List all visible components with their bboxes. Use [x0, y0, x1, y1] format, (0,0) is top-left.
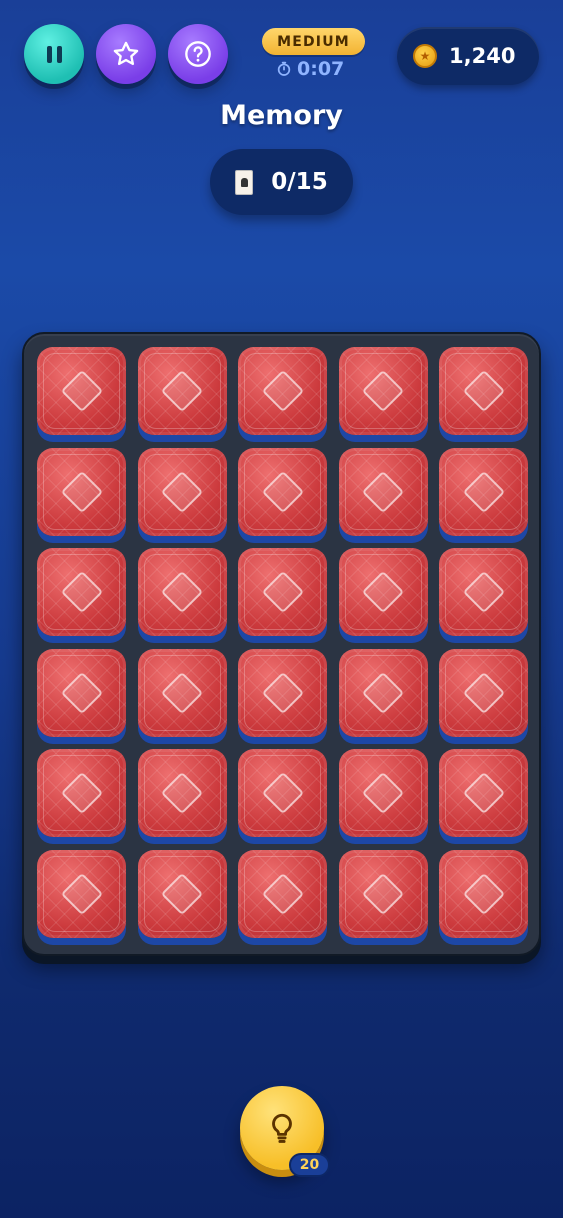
memory-card[interactable]	[338, 548, 428, 636]
memory-card[interactable]	[137, 548, 227, 636]
memory-card[interactable]	[37, 548, 126, 636]
memory-card[interactable]	[439, 447, 528, 536]
hint-count-badge: 20	[289, 1153, 330, 1177]
card-back-emblem-icon	[361, 570, 405, 614]
memory-card[interactable]	[439, 548, 528, 636]
card-back-emblem-icon	[261, 872, 304, 915]
card-back-emblem-icon	[261, 570, 304, 614]
card-back-emblem-icon	[361, 470, 405, 513]
memory-card[interactable]	[439, 347, 528, 435]
card-back-emblem-icon	[60, 771, 103, 815]
memory-card[interactable]	[238, 548, 327, 636]
memory-card[interactable]	[37, 447, 126, 536]
difficulty-badge: MEDIUM	[262, 28, 365, 55]
card-back-emblem-icon	[60, 570, 103, 614]
lightbulb-icon	[272, 1113, 292, 1143]
match-progress-value: 0/15	[271, 169, 328, 195]
card-back-emblem-icon	[261, 671, 304, 714]
card-back-emblem-icon	[60, 671, 103, 714]
card-back-emblem-icon	[160, 570, 204, 614]
pause-button[interactable]	[24, 24, 84, 84]
memory-card[interactable]	[338, 347, 428, 435]
page-title: Memory	[220, 100, 343, 131]
memory-card[interactable]	[338, 648, 428, 737]
coin-icon: ★	[413, 44, 437, 68]
memory-card[interactable]	[439, 648, 528, 737]
memory-card[interactable]	[439, 849, 528, 938]
memory-card[interactable]	[338, 749, 428, 837]
card-back-emblem-icon	[462, 671, 505, 714]
coin-balance: ★ 1,240	[397, 27, 539, 85]
memory-card[interactable]	[137, 347, 227, 435]
timer-value: 0:07	[297, 58, 345, 80]
card-back-emblem-icon	[361, 872, 405, 915]
star-icon	[113, 41, 139, 66]
memory-card[interactable]	[137, 749, 227, 837]
card-back-emblem-icon	[462, 369, 505, 413]
card-back-emblem-icon	[462, 872, 505, 915]
card-back-emblem-icon	[361, 671, 405, 714]
help-icon	[185, 41, 211, 67]
memory-card[interactable]	[137, 648, 227, 737]
memory-card[interactable]	[137, 849, 227, 938]
card-back-emblem-icon	[160, 872, 204, 915]
favorites-button[interactable]	[96, 24, 156, 84]
card-back-emblem-icon	[160, 771, 204, 815]
card-back-emblem-icon	[261, 470, 304, 513]
memory-card[interactable]	[37, 347, 126, 435]
memory-card[interactable]	[137, 447, 227, 536]
memory-card[interactable]	[37, 749, 126, 837]
card-back-emblem-icon	[462, 771, 505, 815]
stopwatch-icon	[277, 61, 291, 76]
memory-card[interactable]	[238, 347, 327, 435]
help-button[interactable]	[168, 24, 228, 84]
card-icon	[235, 169, 254, 195]
card-back-emblem-icon	[60, 872, 103, 915]
timer: 0:07	[276, 58, 356, 80]
memory-card[interactable]	[338, 447, 428, 536]
coin-balance-value: 1,240	[449, 44, 516, 68]
card-back-emblem-icon	[261, 771, 304, 815]
memory-card[interactable]	[238, 447, 327, 536]
card-back-emblem-icon	[462, 470, 505, 513]
card-back-emblem-icon	[462, 570, 505, 614]
memory-card[interactable]	[37, 849, 126, 938]
memory-card[interactable]	[238, 749, 327, 837]
pause-icon	[46, 45, 62, 63]
card-back-emblem-icon	[261, 369, 304, 413]
card-back-emblem-icon	[361, 369, 405, 413]
memory-card[interactable]	[338, 849, 428, 938]
card-back-emblem-icon	[60, 470, 103, 513]
card-grid	[22, 332, 541, 956]
card-back-emblem-icon	[160, 470, 204, 513]
card-back-emblem-icon	[60, 369, 103, 413]
match-progress: 0/15	[210, 149, 353, 215]
memory-card[interactable]	[37, 648, 126, 737]
memory-card[interactable]	[238, 849, 327, 938]
memory-card[interactable]	[238, 648, 327, 737]
memory-card[interactable]	[439, 749, 528, 837]
card-back-emblem-icon	[361, 771, 405, 815]
card-back-emblem-icon	[160, 369, 204, 413]
card-back-emblem-icon	[160, 671, 204, 714]
